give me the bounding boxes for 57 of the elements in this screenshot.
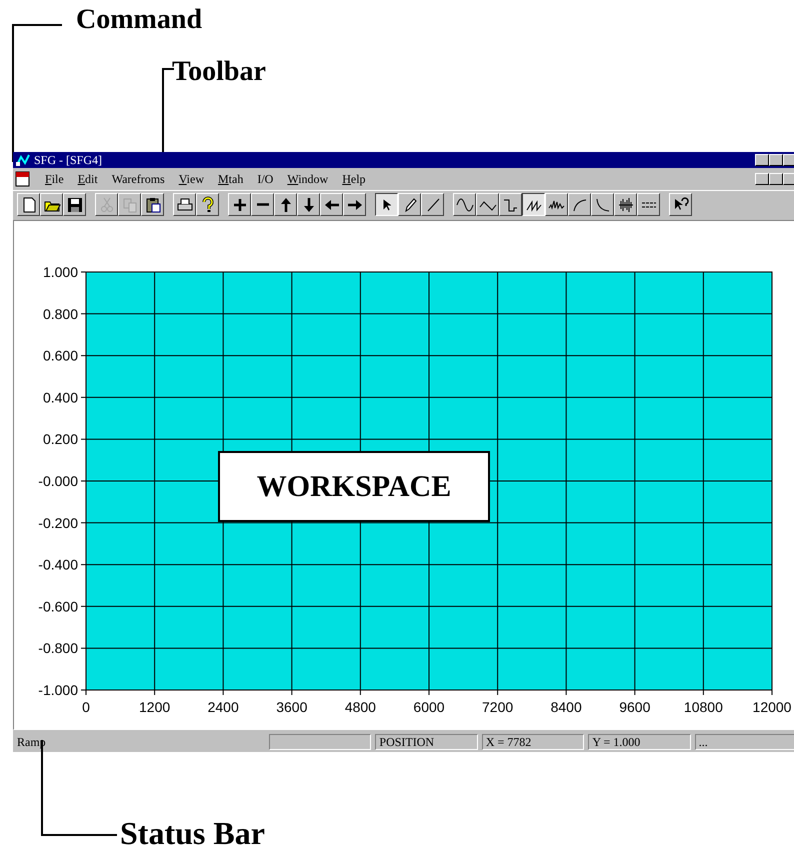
printer-icon: [176, 196, 194, 214]
x-tick-label: 9600: [619, 699, 650, 715]
toolbar-button[interactable]: [375, 193, 398, 216]
toolbar-label: Toolbar: [172, 56, 266, 88]
y-tick-label: 0.200: [42, 431, 78, 448]
minus-icon: [256, 203, 268, 206]
x-tick-label: 0: [82, 699, 90, 715]
x-tick-label: 2400: [208, 699, 239, 715]
pointer-icon: [382, 198, 390, 210]
menu-item[interactable]: Help: [342, 172, 366, 186]
status-pane: Y = 1.000: [588, 734, 691, 750]
minimize-button[interactable]: [755, 154, 769, 166]
y-tick-label: -1.000: [38, 682, 78, 698]
y-tick-label: -0.400: [38, 556, 78, 573]
minimize-button[interactable]: [755, 173, 769, 185]
noise-icon: [616, 196, 634, 214]
x-tick-label: 12000: [752, 699, 792, 715]
y-tick-label: 0.600: [42, 348, 78, 364]
workspace-label: WORKSPACE: [218, 451, 490, 522]
x-tick-label: 4800: [344, 699, 376, 715]
status-pane: ...: [694, 734, 794, 750]
command-label: Command: [76, 4, 202, 36]
x-tick-label: 8400: [550, 699, 582, 715]
menu-item[interactable]: File: [45, 172, 64, 186]
x-tick-label: 3600: [276, 699, 308, 715]
y-tick-label: 1.000: [42, 264, 78, 280]
toolbar-button[interactable]: [522, 193, 545, 216]
y-tick-label: 0.800: [42, 306, 78, 322]
menu-item[interactable]: View: [178, 172, 204, 186]
restore-button[interactable]: [769, 173, 783, 185]
sine-wave-icon: [456, 196, 474, 214]
maximize-button[interactable]: [769, 154, 783, 166]
y-tick-label: -0.800: [38, 640, 78, 656]
status-pane: X = 7782: [482, 734, 584, 750]
y-tick-label: -0.200: [38, 514, 78, 531]
window-title: SFG - [SFG4]: [34, 153, 102, 167]
close-button[interactable]: [783, 173, 794, 185]
menu-item[interactable]: Window: [287, 172, 328, 186]
menu-item[interactable]: Warefroms: [112, 172, 165, 186]
close-button[interactable]: [783, 154, 794, 166]
x-tick-label: 7200: [482, 699, 514, 715]
x-tick-label: 6000: [413, 699, 445, 715]
dashed-lines-icon: [642, 202, 656, 208]
menu-item[interactable]: Edit: [78, 172, 98, 186]
y-tick-label: -0.600: [38, 598, 78, 614]
clipboard-icon: [144, 196, 162, 214]
x-tick-label: 1200: [139, 699, 170, 715]
y-tick-label: 0.400: [42, 389, 78, 406]
menu-item[interactable]: I/O: [257, 172, 274, 186]
status-pane: POSITION: [375, 734, 478, 750]
document-icon: [15, 171, 31, 187]
copy-icon: [120, 196, 138, 214]
status-bar-label: Status Bar: [120, 815, 265, 852]
menu-item[interactable]: Mtah: [218, 172, 244, 186]
app-logo-icon: [15, 153, 31, 167]
y-tick-label: -0.000: [38, 473, 78, 489]
x-tick-label: 10800: [684, 699, 723, 715]
